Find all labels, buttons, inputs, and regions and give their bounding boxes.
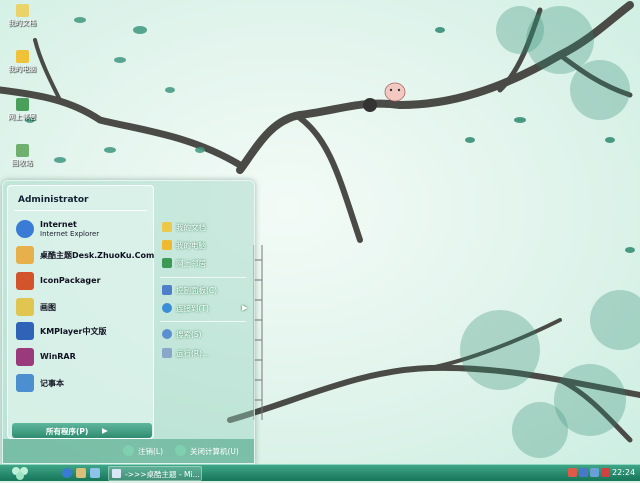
internet-explorer-icon	[16, 220, 34, 238]
divider	[160, 321, 246, 322]
user-name: Administrator	[18, 195, 89, 205]
search-icon	[162, 329, 172, 339]
desktop-icon-my-computer[interactable]: 我的电脑	[4, 50, 40, 74]
network-places-icon	[162, 258, 172, 268]
winrar-icon	[16, 348, 34, 366]
place-my-documents[interactable]: 我的文档	[162, 220, 250, 234]
my-documents-icon	[162, 222, 172, 232]
start-menu-programs-pane: Administrator Internet Internet Explorer…	[7, 185, 154, 439]
quick-launch-folder-icon[interactable]	[76, 468, 86, 478]
recycle-bin-icon	[15, 144, 29, 157]
program-kmplayer[interactable]: KMPlayer中文版	[14, 320, 150, 342]
divider	[160, 277, 246, 278]
program-notepad[interactable]: 记事本	[14, 372, 150, 394]
place-network[interactable]: 网上邻居	[162, 256, 250, 270]
all-programs-button[interactable]: 所有程序(P) ▶	[12, 423, 152, 438]
place-my-computer[interactable]: 我的电脑	[162, 238, 250, 252]
tray-qq-icon[interactable]	[568, 468, 577, 477]
divider	[14, 210, 147, 211]
kmplayer-icon	[16, 322, 34, 340]
my-computer-icon	[162, 240, 172, 250]
desktop-icon-my-documents[interactable]: 我的文档	[4, 4, 40, 28]
my-computer-icon	[15, 50, 29, 63]
desktop: 我的文档 我的电脑 网上邻居 回收站 Administrator Interne…	[0, 0, 640, 464]
paint-icon	[16, 298, 34, 316]
my-documents-icon	[15, 4, 29, 17]
run-icon	[162, 348, 172, 358]
program-zhuoku[interactable]: 桌酷主题Desk.ZhuoKu.Com	[14, 244, 154, 266]
action-run[interactable]: 运行(R)...	[162, 346, 250, 360]
tray-volume-icon[interactable]	[590, 468, 599, 477]
zhuoku-icon	[16, 246, 34, 264]
program-paint[interactable]: 画图	[14, 296, 150, 318]
arrow-right-icon: ▶	[102, 426, 108, 435]
clock[interactable]: 22:24	[612, 468, 635, 477]
connect-to-icon	[162, 303, 172, 313]
start-menu: Administrator Internet Internet Explorer…	[2, 180, 255, 464]
system-connect-to[interactable]: 连接到(T) ▶	[162, 301, 250, 315]
all-programs-label: 所有程序(P)	[46, 427, 89, 436]
system-control-panel[interactable]: 控制面板(C)	[162, 283, 250, 297]
start-menu-places-pane: 我的文档 我的电脑 网上邻居 控制面板(C) 连接到(T) ▶ 搜索(S) 运行…	[156, 207, 250, 437]
desktop-icon-network-places[interactable]: 网上邻居	[4, 98, 40, 122]
program-iconpackager[interactable]: IconPackager	[14, 270, 150, 292]
desktop-icon-recycle-bin[interactable]: 回收站	[4, 144, 40, 168]
program-winrar[interactable]: WinRAR	[14, 346, 150, 368]
logoff-icon	[123, 445, 134, 456]
iconpackager-icon	[16, 272, 34, 290]
tray-security-icon[interactable]	[601, 468, 610, 477]
control-panel-icon	[162, 285, 172, 295]
power-icon	[175, 445, 186, 456]
start-button[interactable]	[2, 465, 38, 481]
arrow-right-icon: ▶	[242, 303, 248, 312]
notepad-icon	[16, 374, 34, 392]
tray-network-icon[interactable]	[579, 468, 588, 477]
start-menu-footer: 注销(L) 关闭计算机(U)	[3, 439, 254, 463]
taskbar: ->>>桌酷主题 - Mi... 22:24	[0, 464, 640, 481]
taskbar-window-button[interactable]: ->>>桌酷主题 - Mi...	[108, 466, 202, 481]
network-places-icon	[15, 98, 29, 111]
clover-start-icon	[12, 467, 28, 480]
quick-launch-ie-icon[interactable]	[62, 468, 72, 478]
quick-launch-desktop-icon[interactable]	[90, 468, 100, 478]
action-search[interactable]: 搜索(S)	[162, 327, 250, 341]
window-icon	[112, 469, 121, 478]
program-internet-explorer[interactable]: Internet Internet Explorer	[14, 218, 150, 240]
system-tray: 22:24	[566, 466, 638, 480]
